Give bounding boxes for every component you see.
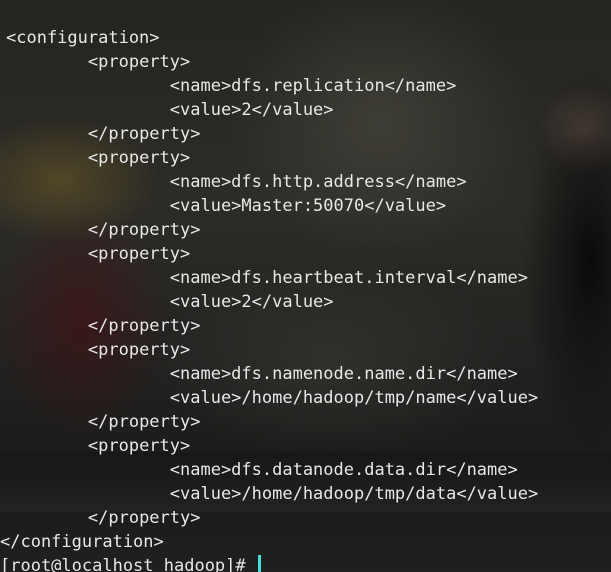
terminal-line: <property> (87, 244, 191, 264)
terminal-line: <configuration> (6, 28, 160, 48)
terminal-line: <name>dfs.heartbeat.interval</name> (169, 268, 528, 288)
terminal-line: <property> (87, 340, 191, 360)
terminal-line: </property> (87, 508, 201, 528)
terminal-line: <value>2</value> (169, 100, 334, 120)
terminal-line: <value>2</value> (169, 292, 334, 312)
terminal-line: <value>Master:50070</value> (169, 196, 447, 216)
terminal-line: <property> (87, 436, 191, 456)
terminal-line: </property> (87, 220, 201, 240)
text-cursor (257, 555, 261, 572)
terminal-line: <name>dfs.datanode.data.dir</name> (169, 460, 518, 480)
terminal-line: <property> (87, 52, 191, 72)
terminal-line: <name>dfs.namenode.name.dir</name> (169, 364, 518, 384)
terminal-line: </property> (87, 124, 201, 144)
prompt-text: [root@localhost hadoop]# (0, 556, 256, 572)
terminal-line: </property> (87, 316, 201, 336)
shell-prompt[interactable]: [root@localhost hadoop]# (0, 554, 261, 572)
terminal-line: </property> (87, 412, 201, 432)
terminal-line: <value>/home/hadoop/tmp/data</value> (169, 484, 539, 504)
terminal-line: <value>/home/hadoop/tmp/name</value> (169, 388, 539, 408)
terminal-line: <name>dfs.replication</name> (169, 76, 457, 96)
terminal-line: <name>dfs.http.address</name> (169, 172, 467, 192)
terminal-line: </configuration> (0, 532, 164, 552)
terminal-line: <property> (87, 148, 191, 168)
terminal-window[interactable]: <configuration> <property> <name>dfs.rep… (0, 0, 611, 572)
